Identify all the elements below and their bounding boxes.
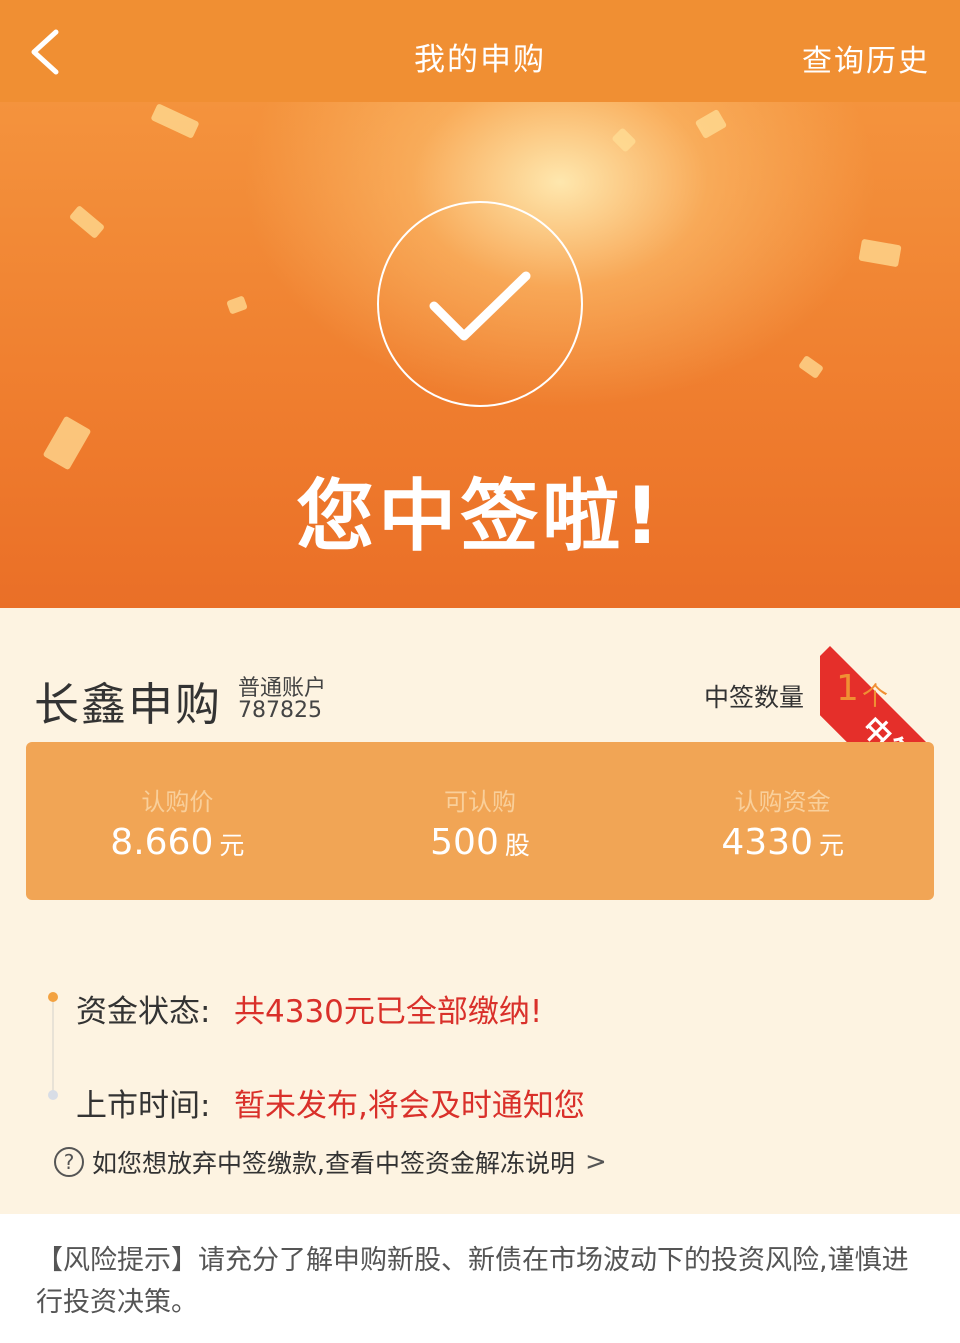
account-number: 787825 xyxy=(238,698,322,723)
subscribable-shares: 可认购 500 股 xyxy=(329,742,632,900)
subscription-funds: 认购资金 4330 元 xyxy=(631,742,934,900)
info-label: 可认购 xyxy=(444,788,516,816)
risk-notice: 【风险提示】请充分了解申购新股、新债在市场波动下的投资风险,谨慎进行投资决策。 xyxy=(0,1214,960,1343)
query-history-button[interactable]: 查询历史 xyxy=(802,36,930,80)
fund-status-label: 资金状态: xyxy=(76,994,211,1030)
timeline-dot-active xyxy=(48,992,58,1002)
fund-status-value: 共4330元已全部缴纳! xyxy=(234,994,543,1030)
listing-time-label: 上市时间: xyxy=(76,1088,211,1124)
subscription-price: 认购价 8.660 元 xyxy=(26,742,329,900)
listing-time-value: 暂未发布,将会及时通知您 xyxy=(234,1088,585,1124)
abandon-payment-text: 如您想放弃中签缴款,查看中签资金解冻说明 xyxy=(92,1149,575,1178)
chevron-right-icon: > xyxy=(584,1147,607,1177)
info-value: 8.660 元 xyxy=(110,822,245,863)
confetti-decoration xyxy=(68,204,106,240)
info-label: 认购资金 xyxy=(734,788,831,816)
stock-name: 长鑫申购 xyxy=(34,678,223,731)
info-value: 500 股 xyxy=(430,822,530,863)
confetti-decoration xyxy=(611,127,637,153)
subscription-info-card: 认购价 8.660 元 可认购 500 股 认购资金 4330 元 xyxy=(26,742,934,900)
confetti-decoration xyxy=(694,108,728,140)
confetti-decoration xyxy=(858,238,902,268)
info-value: 4330 元 xyxy=(721,822,844,863)
win-quantity-label: 中签数量 xyxy=(704,683,805,712)
confetti-decoration xyxy=(226,295,248,315)
success-banner: 您中签啦! xyxy=(0,102,960,608)
abandon-payment-link[interactable]: ? 如您想放弃中签缴款,查看中签资金解冻说明 > xyxy=(54,1144,607,1180)
info-label: 认购价 xyxy=(141,788,214,816)
confetti-decoration xyxy=(797,354,825,380)
confetti-decoration xyxy=(150,103,200,139)
timeline-line xyxy=(52,1000,54,1094)
nav-bar: 我的申购 查询历史 xyxy=(0,0,960,102)
win-message: 您中签啦! xyxy=(296,472,664,562)
question-circle-icon: ? xyxy=(54,1147,84,1177)
win-quantity-unit: 个 xyxy=(862,682,889,712)
check-circle-icon xyxy=(377,201,583,407)
timeline-dot-pending xyxy=(48,1090,58,1100)
win-quantity-value: 1 xyxy=(836,668,859,709)
risk-notice-text: 【风险提示】请充分了解申购新股、新债在市场波动下的投资风险,谨慎进行投资决策。 xyxy=(36,1245,909,1318)
